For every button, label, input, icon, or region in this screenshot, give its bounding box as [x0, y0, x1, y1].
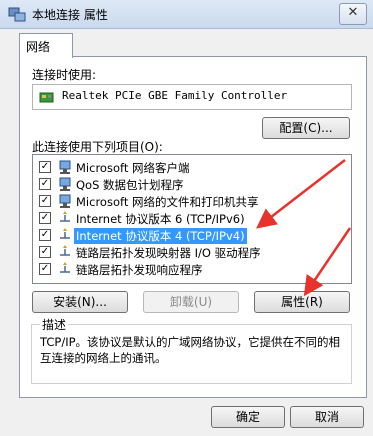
- list-item[interactable]: ✓ 链路层拓扑发现映射器 I/O 驱动程序: [37, 244, 337, 260]
- description-legend: 描述: [40, 316, 69, 333]
- protocol-icon: [60, 262, 70, 273]
- tab-network[interactable]: 网络: [19, 33, 73, 58]
- connect-using-label: 连接时使用:: [32, 68, 97, 82]
- network-client-icon: [59, 160, 71, 174]
- items-label: 此连接使用下列项目(O):: [32, 140, 163, 154]
- checkbox[interactable]: ✓: [39, 246, 51, 258]
- checkbox[interactable]: ✓: [39, 161, 51, 173]
- list-item[interactable]: ✓ 链路层拓扑发现响应程序: [37, 261, 337, 277]
- install-button[interactable]: 安装(N)...: [32, 291, 128, 313]
- configure-button[interactable]: 配置(C)...: [262, 117, 350, 139]
- description-text: TCP/IP。该协议是默认的广域网络协议，它提供在不同的相互连接的网络上的通讯。: [40, 335, 341, 365]
- network-connection-icon: [8, 7, 26, 22]
- protocol-icon: [60, 245, 70, 256]
- list-item-label: Microsoft 网络客户端: [76, 161, 190, 175]
- checkbox[interactable]: ✓: [39, 229, 51, 241]
- components-list[interactable]: ✓ Microsoft 网络客户端 ✓ QoS 数据包计划程序 ✓ Micros…: [32, 154, 352, 284]
- properties-button[interactable]: 属性(R): [254, 291, 350, 313]
- window-title: 本地连接 属性: [32, 8, 108, 22]
- list-item[interactable]: ✓ Internet 协议版本 6 (TCP/IPv6): [37, 210, 337, 226]
- list-item-label: Internet 协议版本 4 (TCP/IPv4): [74, 228, 247, 244]
- list-item-selected[interactable]: ✓ Internet 协议版本 4 (TCP/IPv4): [37, 227, 337, 244]
- cancel-button[interactable]: 取消: [290, 406, 364, 428]
- uninstall-button[interactable]: 卸载(U): [143, 291, 239, 313]
- file-printer-sharing-icon: [59, 194, 71, 208]
- checkbox[interactable]: ✓: [39, 178, 51, 190]
- protocol-icon: [60, 228, 70, 239]
- list-item-label: 链路层拓扑发现响应程序: [76, 263, 203, 277]
- checkbox[interactable]: ✓: [39, 212, 51, 224]
- checkbox[interactable]: ✓: [39, 263, 51, 275]
- list-item-label: Internet 协议版本 6 (TCP/IPv6): [76, 212, 245, 226]
- network-adapter-icon: [39, 92, 54, 103]
- adapter-field: Realtek PCIe GBE Family Controller: [32, 84, 352, 110]
- title-bar: 本地连接 属性 ✕: [0, 0, 373, 29]
- list-item[interactable]: ✓ Microsoft 网络客户端: [37, 159, 337, 175]
- qos-scheduler-icon: [59, 177, 71, 191]
- protocol-icon: [60, 211, 70, 222]
- list-item[interactable]: ✓ QoS 数据包计划程序: [37, 176, 337, 192]
- tab-network-label: 网络: [26, 40, 51, 54]
- close-button[interactable]: ✕: [339, 3, 367, 25]
- ok-button[interactable]: 确定: [211, 406, 285, 428]
- adapter-name: Realtek PCIe GBE Family Controller: [62, 89, 288, 102]
- list-item-label: QoS 数据包计划程序: [76, 178, 184, 192]
- checkbox[interactable]: ✓: [39, 195, 51, 207]
- list-item-label: 链路层拓扑发现映射器 I/O 驱动程序: [76, 246, 261, 260]
- list-item-label: Microsoft 网络的文件和打印机共享: [76, 195, 259, 209]
- list-item[interactable]: ✓ Microsoft 网络的文件和打印机共享: [37, 193, 337, 209]
